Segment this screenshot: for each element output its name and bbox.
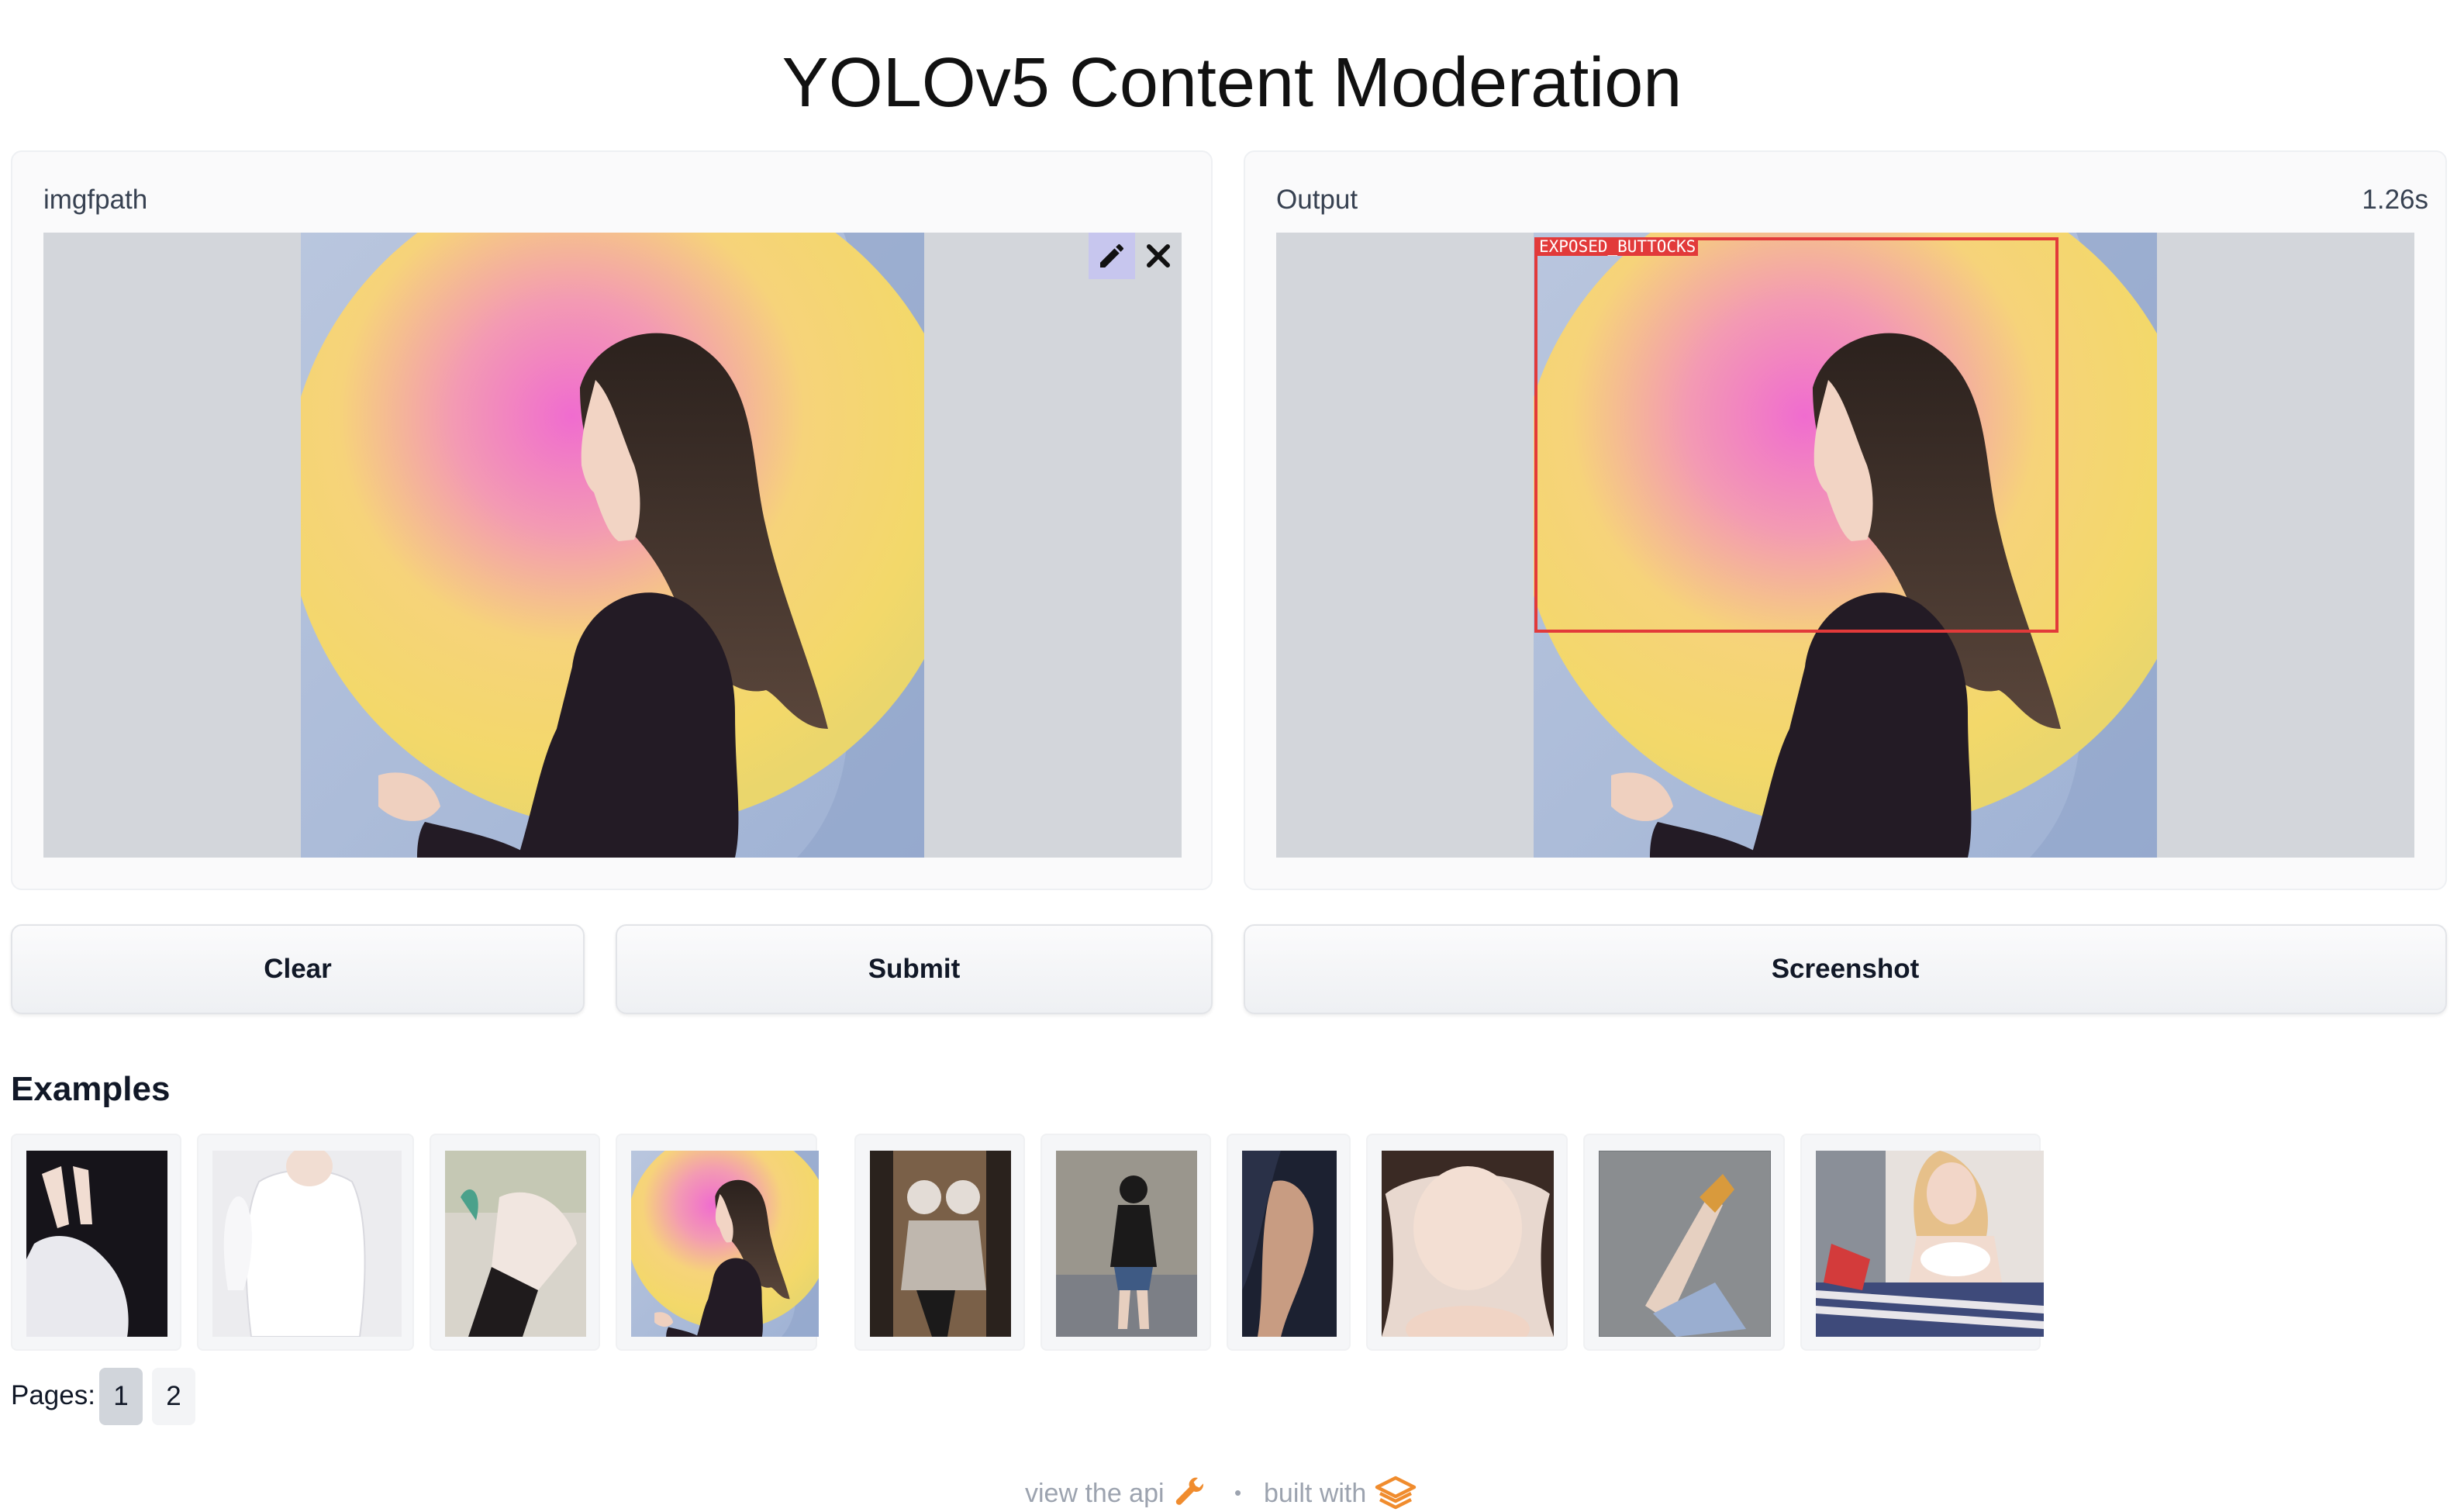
output-panel-label: Output: [1276, 185, 1358, 215]
example-item[interactable]: [616, 1134, 819, 1351]
edit-button[interactable]: [1089, 233, 1135, 279]
clear-button[interactable]: Clear: [11, 924, 585, 1014]
example-image: [1056, 1151, 1197, 1337]
gradio-logo: [1375, 1476, 1417, 1510]
output-image-area: EXPOSED_BUTTOCKS: [1276, 233, 2414, 858]
pencil-icon: [1100, 243, 1124, 268]
page-button-1[interactable]: 1: [99, 1368, 143, 1425]
close-icon: [1147, 244, 1170, 268]
input-image-panel: imgfpath: [11, 150, 1213, 890]
submit-button[interactable]: Submit: [616, 924, 1213, 1014]
example-image: [212, 1151, 402, 1337]
output-image-panel: Output 1.26s EXPOSED_BUTTOCKS: [1244, 150, 2447, 890]
view-api-link[interactable]: view the api: [1025, 1475, 1208, 1512]
page-title: YOLOv5 Content Moderation: [782, 44, 1682, 122]
built-with-gradio[interactable]: built with: [1264, 1475, 1417, 1512]
detection-box: [1534, 237, 2059, 633]
example-item[interactable]: [1800, 1134, 2044, 1351]
example-item[interactable]: [1227, 1134, 1351, 1351]
page-button-2[interactable]: 2: [152, 1368, 195, 1425]
examples-title: Examples: [11, 1070, 171, 1108]
input-image: [301, 233, 924, 858]
example-item[interactable]: [1366, 1134, 1568, 1351]
inference-time: 1.26s: [2362, 185, 2428, 215]
footer-separator: •: [1234, 1481, 1242, 1504]
example-item[interactable]: [430, 1134, 600, 1351]
built-with-text: built with: [1264, 1478, 1367, 1508]
output-image: EXPOSED_BUTTOCKS: [1534, 233, 2157, 858]
screenshot-button[interactable]: Screenshot: [1244, 924, 2447, 1014]
example-item[interactable]: [854, 1134, 1025, 1351]
view-api-text: view the api: [1025, 1478, 1165, 1508]
example-image: [870, 1151, 1011, 1337]
input-image-area[interactable]: [43, 233, 1182, 858]
example-item[interactable]: [197, 1134, 414, 1351]
example-image: [445, 1151, 586, 1337]
example-item[interactable]: [1583, 1134, 1785, 1351]
example-image: [1382, 1151, 1554, 1337]
example-image: [631, 1151, 819, 1337]
pages-label: Pages:: [11, 1380, 95, 1410]
input-panel-label: imgfpath: [43, 185, 148, 215]
detection-label: EXPOSED_BUTTOCKS: [1537, 237, 1699, 256]
remove-image-button[interactable]: [1135, 233, 1182, 279]
wrench-icon: [1175, 1477, 1203, 1505]
example-image: [1816, 1151, 2044, 1337]
example-image: [1242, 1151, 1337, 1337]
example-image: [1599, 1151, 1771, 1337]
example-item[interactable]: [11, 1134, 181, 1351]
image-edit-tools: [1089, 233, 1182, 279]
example-item[interactable]: [1040, 1134, 1211, 1351]
example-image: [26, 1151, 167, 1337]
